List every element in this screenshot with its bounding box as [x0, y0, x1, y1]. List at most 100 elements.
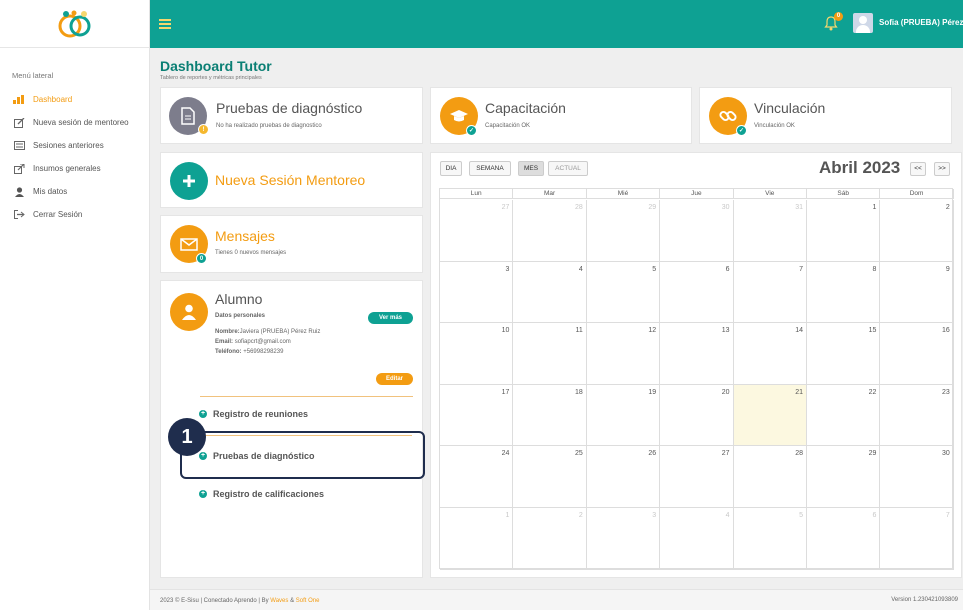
calendar-day[interactable]: 11: [513, 323, 587, 385]
calendar-day-other-month[interactable]: 30: [660, 200, 734, 262]
calendar-day[interactable]: 9: [880, 261, 954, 324]
page-subtitle: Tablero de reportes y métricas principal…: [160, 75, 262, 81]
calendar-day[interactable]: 30: [880, 446, 954, 508]
calendar-day[interactable]: 29: [807, 446, 881, 508]
edit-button[interactable]: Editar: [376, 373, 413, 385]
user-avatar[interactable]: [853, 13, 873, 33]
weekday-header: Mié: [586, 189, 661, 199]
calendar-day-other-month[interactable]: 5: [733, 508, 807, 570]
training-card[interactable]: ✓ Capacitación Capacitación OK: [430, 87, 692, 144]
calendar-day[interactable]: 16: [880, 323, 954, 385]
check-badge-icon: ✓: [466, 125, 477, 136]
email-label: Email:: [215, 339, 234, 345]
student-phone: Teléfono: +56998298239: [215, 349, 283, 355]
calendar-day[interactable]: 15: [807, 323, 881, 385]
sidebar-item-dashboard[interactable]: Dashboard: [0, 88, 149, 111]
calendar-day[interactable]: 1: [807, 200, 881, 262]
top-navbar: 0 Sofia (PRUEBA) Pérez ⌄: [150, 0, 963, 48]
weekday-header: Jue: [660, 189, 734, 199]
calendar-day[interactable]: 27: [660, 446, 734, 508]
calendar-day[interactable]: 28: [733, 446, 807, 508]
weekday-header: Vie: [733, 189, 807, 199]
calendar-day[interactable]: 8: [807, 261, 881, 324]
calendar-day[interactable]: 6: [660, 261, 734, 324]
calendar-day-other-month[interactable]: 2: [513, 508, 587, 570]
link-status: Vinculación OK: [754, 123, 795, 129]
sidebar-item-mis-datos[interactable]: Mis datos: [0, 180, 149, 203]
meetings-log-link[interactable]: + Registro de reuniones: [199, 409, 308, 419]
diagnostic-card[interactable]: ! Pruebas de diagnóstico No ha realizado…: [160, 87, 423, 144]
calendar-day-other-month[interactable]: 28: [513, 200, 587, 262]
calendar-day[interactable]: 24: [440, 446, 514, 508]
calendar-day[interactable]: 3: [440, 261, 514, 324]
calendar-month-title: Abril 2023: [819, 158, 901, 177]
calendar-day[interactable]: 4: [513, 261, 587, 324]
prev-month-button[interactable]: <<: [910, 162, 926, 176]
next-month-button[interactable]: >>: [934, 162, 950, 176]
student-circle: [170, 293, 208, 331]
calendar-day[interactable]: 5: [586, 261, 661, 324]
calendar-day[interactable]: 18: [513, 384, 587, 447]
name-label: Nombre:: [215, 329, 240, 335]
user-menu[interactable]: Sofia (PRUEBA) Pérez ⌄: [879, 18, 963, 27]
footer-credits: 2023 © E-Sisu | Conectado Aprendo | By W…: [160, 598, 319, 604]
calendar-day[interactable]: 21: [733, 384, 807, 447]
calendar-day[interactable]: 19: [586, 384, 661, 447]
email-value: sofiapcrt@gmail.com: [234, 339, 291, 345]
diagnostic-status: No ha realizado pruebas de diagnostico: [216, 123, 322, 129]
calendar-day[interactable]: 10: [440, 323, 514, 385]
calendar-day[interactable]: 20: [660, 384, 734, 447]
waves-link[interactable]: Waves: [270, 598, 288, 604]
calendar-day[interactable]: 23: [880, 384, 954, 447]
sidebar-title: Menú lateral: [12, 71, 54, 80]
sidebar-item-cerrar-sesion[interactable]: Cerrar Sesión: [0, 203, 149, 226]
calendar-day-other-month[interactable]: 27: [440, 200, 514, 262]
calendar-day[interactable]: 13: [660, 323, 734, 385]
calendar-day-other-month[interactable]: 1: [440, 508, 514, 570]
page-title: Dashboard Tutor: [160, 58, 272, 74]
personal-data-label: Datos personales: [215, 313, 266, 319]
calendar-day-other-month[interactable]: 6: [807, 508, 881, 570]
softone-link[interactable]: Soft One: [296, 598, 320, 604]
link-card[interactable]: ✓ Vinculación Vinculación OK: [699, 87, 952, 144]
calendar-day-other-month[interactable]: 4: [660, 508, 734, 570]
student-name: Nombre:Javiera (PRUEBA) Pérez Ruiz: [215, 329, 320, 335]
sidebar-item-nueva-sesion[interactable]: Nueva sesión de mentoreo: [0, 111, 149, 134]
phone-value: +56998298239: [243, 349, 284, 355]
calendar-day[interactable]: 26: [586, 446, 661, 508]
calendar-day[interactable]: 7: [733, 261, 807, 324]
see-more-button[interactable]: Ver más: [368, 312, 413, 324]
sidebar-item-insumos[interactable]: Insumos generales: [0, 157, 149, 180]
calendar-day[interactable]: 25: [513, 446, 587, 508]
sidebar: Menú lateral Dashboard Nueva sesión de m…: [0, 0, 150, 610]
view-day-button[interactable]: DIA: [440, 161, 462, 176]
messages-card[interactable]: 0 Mensajes Tienes 0 nuevos mensajes: [160, 215, 423, 273]
graduation-cap-icon: [450, 110, 468, 122]
menu-toggle-icon[interactable]: [159, 19, 171, 29]
grades-log-link[interactable]: + Registro de calificaciones: [199, 489, 324, 499]
app-logo[interactable]: [0, 0, 149, 48]
plus-circle-icon: +: [199, 410, 207, 418]
edit-icon: [13, 117, 25, 128]
notifications-bell-icon[interactable]: 0: [824, 12, 843, 32]
view-week-button[interactable]: SEMANA: [469, 161, 511, 176]
document-icon: [181, 107, 195, 125]
new-session-card[interactable]: Nueva Sesión Mentoreo: [160, 152, 423, 208]
sidebar-item-sesiones-anteriores[interactable]: Sesiones anteriores: [0, 134, 149, 157]
calendar-day[interactable]: 17: [440, 384, 514, 447]
calendar-day-other-month[interactable]: 3: [586, 508, 661, 570]
user-icon: [13, 186, 25, 197]
calendar-day[interactable]: 14: [733, 323, 807, 385]
calendar-day[interactable]: 22: [807, 384, 881, 447]
calendar-day[interactable]: 2: [880, 200, 954, 262]
calendar-day[interactable]: 12: [586, 323, 661, 385]
add-session-button[interactable]: [170, 162, 208, 200]
sidebar-item-label: Cerrar Sesión: [33, 210, 83, 219]
external-link-icon: [13, 163, 25, 174]
calendar-day-other-month[interactable]: 31: [733, 200, 807, 262]
today-button[interactable]: ACTUAL: [548, 161, 588, 176]
calendar-day-other-month[interactable]: 29: [586, 200, 661, 262]
calendar-day-other-month[interactable]: 7: [880, 508, 954, 570]
view-month-button[interactable]: MES: [518, 161, 544, 176]
messages-title: Mensajes: [215, 228, 275, 244]
